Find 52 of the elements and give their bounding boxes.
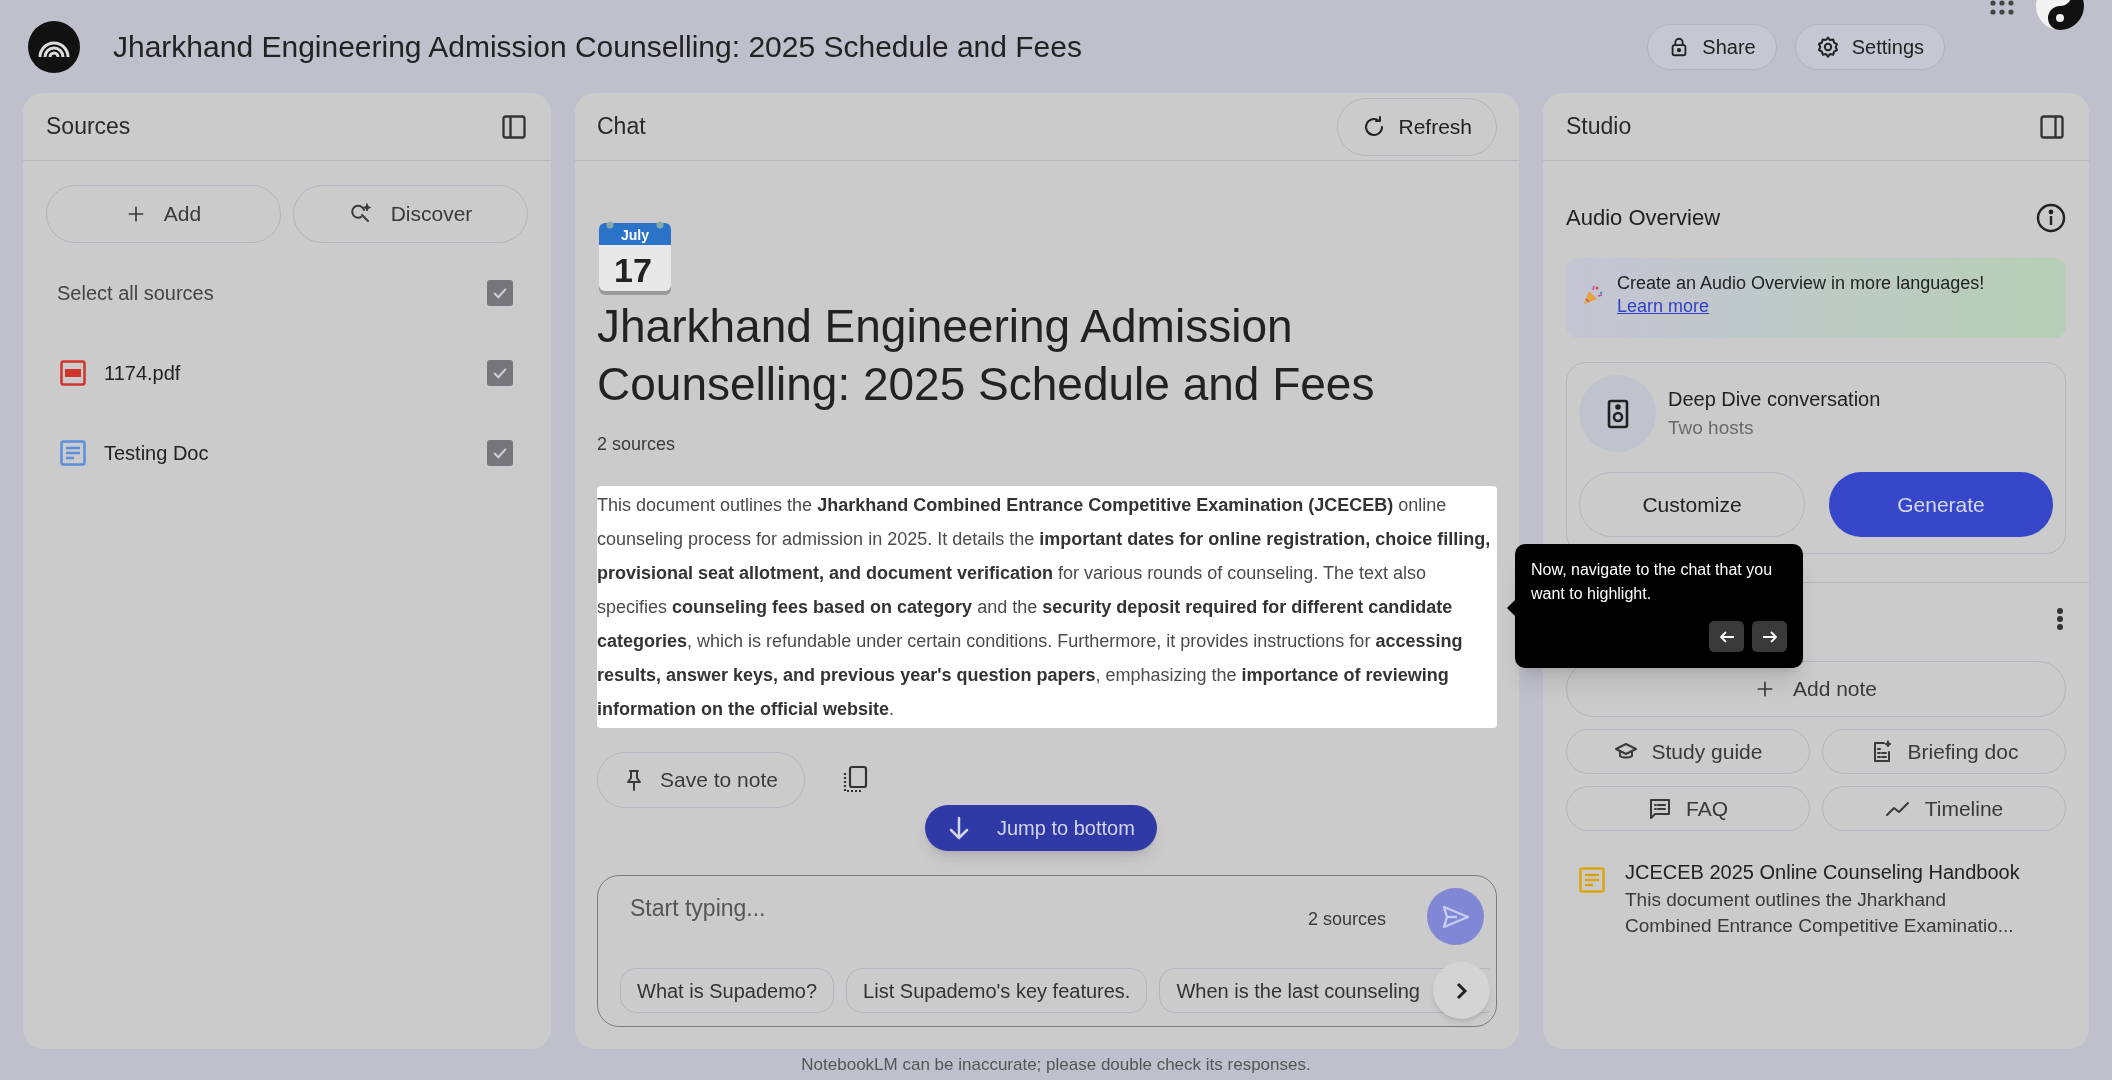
- settings-icon: [1815, 34, 1840, 59]
- source-name[interactable]: 1174.pdf: [104, 358, 487, 388]
- pdf-file-icon: [60, 360, 86, 386]
- jump-to-bottom-button[interactable]: Jump to bottom: [925, 805, 1157, 851]
- app-logo[interactable]: [28, 20, 80, 73]
- checkbox[interactable]: [487, 280, 513, 306]
- pin-icon: [624, 769, 644, 791]
- suggestion-chip[interactable]: List Supademo's key features.: [846, 968, 1148, 1013]
- message-input[interactable]: Start typing...: [630, 888, 1230, 928]
- source-count: 2 sources: [597, 433, 677, 456]
- learn-more-link[interactable]: Learn more: [1617, 296, 1710, 316]
- source-name[interactable]: Testing Doc: [104, 438, 487, 468]
- party-popper-icon: [1582, 284, 1604, 306]
- share-button[interactable]: Share: [1647, 23, 1777, 70]
- avatar[interactable]: [2035, 0, 2085, 32]
- checkbox[interactable]: [487, 440, 513, 466]
- chat-input-box[interactable]: Start typing... 2 sources What is Supademo? List Supademo's key features. When is the last counseling: [597, 875, 1497, 1027]
- chat-heading: Jharkhand Engineering Admission Counselling: 2025 Schedule and Fees: [597, 299, 1376, 412]
- panel-toggle-icon[interactable]: [500, 112, 528, 141]
- audio-subtitle: Two hosts: [1668, 416, 1755, 441]
- more-options-icon[interactable]: [2056, 607, 2064, 631]
- section-title: Audio Overview: [1566, 204, 1721, 232]
- note-snippet: This document outlines the Jharkhand Combined Entrance Competitive Examinatio...: [1625, 888, 2015, 938]
- audio-title: Deep Dive conversation: [1668, 387, 1881, 413]
- panel-toggle-icon[interactable]: [2038, 112, 2066, 141]
- select-all-label: Select all sources: [57, 281, 214, 306]
- arrow-down-icon: [947, 815, 971, 841]
- speaker-icon: [1606, 398, 1629, 429]
- summary-paragraph: This document outlines the Jharkhand Combined Entrance Competitive Examination (JCECEB) online counseling process for admission in 2025. It details the important dates for online registration, choice filling, provisional seat allotment, and document verification for various rounds of counseling. The text also specifies counseling fees based on category and the security deposit required for different candidate categories, which is refundable under certain conditions. Furthermore, it provides instructions for accessing results, answer keys, and previous year's question papers, emphasizing the importance of reviewing information on the official website.: [597, 486, 1497, 728]
- panel-title: Studio: [1566, 112, 1632, 142]
- banner-text: Create an Audio Overview in more languages! Learn more: [1617, 272, 1986, 318]
- panel-title: Chat: [597, 112, 646, 142]
- settings-button[interactable]: Settings: [1794, 23, 1945, 70]
- next-button[interactable]: [1752, 621, 1787, 652]
- send-icon: [1441, 904, 1470, 929]
- checkbox[interactable]: [487, 360, 513, 386]
- source-count: 2 sources: [1307, 908, 1386, 931]
- generate-button[interactable]: Generate: [1829, 472, 2053, 537]
- info-icon[interactable]: [2036, 202, 2066, 233]
- panel-title: Sources: [46, 112, 131, 142]
- notebook-title[interactable]: Jharkhand Engineering Admission Counselling: 2025 Schedule and Fees: [113, 24, 1082, 69]
- note-icon: [1579, 867, 1605, 893]
- chat-list-icon: [1648, 796, 1672, 821]
- chevron-right-icon: [1454, 980, 1469, 1001]
- disclaimer-text: NotebookLM can be inaccurate; please double check its responses.: [801, 1053, 1311, 1076]
- document-icon: [60, 440, 86, 466]
- arrow-left-icon: [1718, 629, 1735, 644]
- previous-button[interactable]: [1709, 621, 1744, 652]
- suggestion-chip[interactable]: What is Supademo?: [620, 968, 835, 1013]
- arrow-right-icon: [1761, 629, 1778, 644]
- tooltip-text: Now, navigate to the chat that you want to highlight.: [1531, 560, 1774, 604]
- note-title[interactable]: JCECEB 2025 Online Counseling Handbook: [1625, 857, 2025, 887]
